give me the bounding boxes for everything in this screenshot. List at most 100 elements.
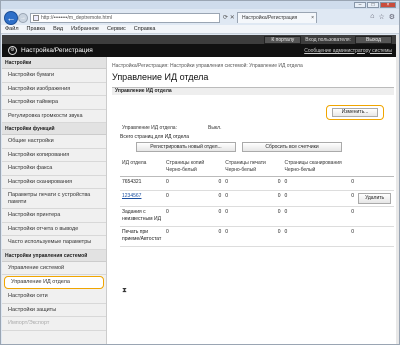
sidebar-group-system: Настройки управления системой <box>2 249 106 262</box>
tab-title: Настройка/Регистрация <box>242 15 298 21</box>
dept-id-cell: Задания с неизвестным ИД <box>120 206 164 227</box>
breadcrumb: Настройка/Регистрация: Настройки управле… <box>112 63 303 69</box>
sidebar-item-system-management[interactable]: Управление системой <box>2 262 106 275</box>
dept-id-cell: 7654321 <box>120 176 164 191</box>
dept-id-link[interactable]: 1234567 <box>122 193 141 199</box>
print-count: 0 <box>223 190 253 207</box>
sidebar-item-scan[interactable]: Настройки сканирования <box>2 176 106 189</box>
maximize-icon[interactable]: □ <box>367 2 379 8</box>
scan-count-2: 0 <box>319 206 357 227</box>
forward-button[interactable]: → <box>18 13 28 23</box>
sidebar-item-import-export[interactable]: Импорт/Экспорт <box>2 317 106 331</box>
sidebar-item-copy[interactable]: Настройки копирования <box>2 149 106 162</box>
table-header-row: ИД отдела Страницы копий Черно-белый Стр… <box>120 158 394 177</box>
action-cell <box>356 206 394 227</box>
home-icon[interactable]: ⌂ <box>370 13 374 21</box>
col-copy-pages: Страницы копий Черно-белый <box>164 158 224 177</box>
sidebar-item-paper[interactable]: Настройки бумаги <box>2 69 106 83</box>
portal-button[interactable]: К порталу <box>264 35 302 44</box>
table-row: 7654321 0 0 0 0 0 0 <box>120 176 394 191</box>
table-row: 1234567 0 0 0 0 0 0 Удалить <box>120 190 394 207</box>
tab-close-icon[interactable]: × <box>311 13 314 23</box>
action-cell <box>356 176 394 191</box>
sidebar-group-functions: Настройки функций <box>2 123 106 135</box>
reset-counters-button[interactable]: Сбросить все счетчики <box>242 142 342 152</box>
star-icon[interactable]: ☆ <box>378 13 384 21</box>
copy-count: 0 <box>164 226 194 247</box>
sidebar-item-image[interactable]: Настройки изображения <box>2 83 106 96</box>
sidebar-item-security[interactable]: Настройки защиты <box>2 304 106 317</box>
sidebar-item-favorites[interactable]: Часто используемые параметры <box>2 236 106 250</box>
menu-view[interactable]: Вид <box>53 25 63 33</box>
col-action <box>356 158 394 177</box>
dept-id-mgmt-label: Управление ИД отдела: <box>122 125 177 131</box>
sidebar-item-general[interactable]: Общие настройки <box>2 135 106 149</box>
close-icon[interactable]: × <box>380 2 396 8</box>
copy-count: 0 <box>164 206 194 227</box>
register-dept-button[interactable]: Регистрировать новый отдел... <box>136 142 236 152</box>
navigation-row: ← → http://••••••••/m_deptremote.html ⟳ … <box>1 9 399 25</box>
menu-tools[interactable]: Сервис <box>107 25 126 33</box>
col-scan-pages: Страницы сканирования Черно-белый <box>282 158 357 177</box>
menu-bar: Файл Правка Вид Избранное Сервис Справка <box>1 25 399 34</box>
minimize-icon[interactable]: – <box>354 2 366 8</box>
settings-logo-icon: ⚙ <box>8 46 17 55</box>
change-button[interactable]: Изменить... <box>332 108 378 117</box>
collapse-icon[interactable]: ⧗ <box>122 287 127 295</box>
menu-favorites[interactable]: Избранное <box>71 25 99 33</box>
print-count-2: 0 <box>252 226 283 247</box>
menu-help[interactable]: Справка <box>134 25 156 33</box>
address-bar[interactable]: http://••••••••/m_deptremote.html <box>30 13 220 23</box>
sidebar-item-dept-id[interactable]: Управление ИД отдела <box>4 276 104 289</box>
copy-count: 0 <box>164 190 194 207</box>
page-icon <box>33 15 39 21</box>
sidebar-item-volume[interactable]: Регулировка громкости звука <box>2 110 106 123</box>
menu-edit[interactable]: Правка <box>27 25 46 33</box>
window-controls: – □ × <box>354 2 396 8</box>
sidebar-item-output-report[interactable]: Настройки отчета о выводе <box>2 223 106 236</box>
sidebar-item-network[interactable]: Настройки сети <box>2 290 106 304</box>
copy-count-2: 0 <box>193 226 224 247</box>
copy-count: 0 <box>164 176 194 191</box>
action-cell <box>356 226 394 247</box>
page-title: Управление ИД отдела <box>112 72 209 82</box>
menu-file[interactable]: Файл <box>5 25 19 33</box>
delete-button[interactable]: Удалить <box>358 193 392 204</box>
scrollbar[interactable] <box>396 35 399 344</box>
admin-message-link[interactable]: Сообщение администратору системы <box>304 48 392 54</box>
dept-id-cell: Печать при приеме/Автостат <box>120 226 164 247</box>
total-pages-label: Всего страниц для ИД отдела <box>120 134 189 140</box>
sidebar-item-fax[interactable]: Настройки факса <box>2 162 106 176</box>
sidebar: Настройки Настройки бумаги Настройки изо… <box>2 57 107 344</box>
scan-count-2: 0 <box>319 226 357 247</box>
scan-count: 0 <box>282 190 320 207</box>
section-header: Управление ИД отдела <box>112 87 394 95</box>
app-top-bar: К порталу Вход пользователя: Выход <box>2 35 398 44</box>
copy-count-2: 0 <box>193 190 224 207</box>
action-cell: Удалить <box>356 190 394 207</box>
scan-count: 0 <box>282 206 320 227</box>
dept-id-cell: 1234567 <box>120 190 164 207</box>
browser-window: – □ × ← → http://••••••••/m_deptremote.h… <box>0 0 400 345</box>
browser-toolbar-icons: ⌂ ☆ ⚙ <box>370 13 395 21</box>
dept-table: ИД отдела Страницы копий Черно-белый Стр… <box>120 158 394 247</box>
col-dept-id: ИД отдела <box>120 158 164 177</box>
address-text: http://••••••••/m_deptremote.html <box>41 15 112 21</box>
sidebar-item-memory-print[interactable]: Параметры печати с устройства памяти <box>2 189 106 209</box>
back-button[interactable]: ← <box>4 11 18 25</box>
sidebar-item-timer[interactable]: Настройки таймера <box>2 96 106 110</box>
print-count-2: 0 <box>252 176 283 191</box>
sidebar-item-printer[interactable]: Настройки принтера <box>2 209 106 223</box>
user-login-label: Вход пользователя: <box>305 36 352 43</box>
copy-count-2: 0 <box>193 176 224 191</box>
browser-tab[interactable]: Настройка/Регистрация × <box>237 12 317 23</box>
web-page: К порталу Вход пользователя: Выход ⚙ Нас… <box>2 35 398 344</box>
scan-count-2: 0 <box>319 190 357 207</box>
refresh-icon[interactable]: ⟳ ✕ <box>223 14 235 21</box>
scan-count: 0 <box>282 226 320 247</box>
gear-icon[interactable]: ⚙ <box>389 13 395 21</box>
scan-count-2: 0 <box>319 176 357 191</box>
logout-button[interactable]: Выход <box>355 35 392 44</box>
app-header: ⚙ Настройка/Регистрация Сообщение админи… <box>2 44 398 57</box>
print-count: 0 <box>223 176 253 191</box>
